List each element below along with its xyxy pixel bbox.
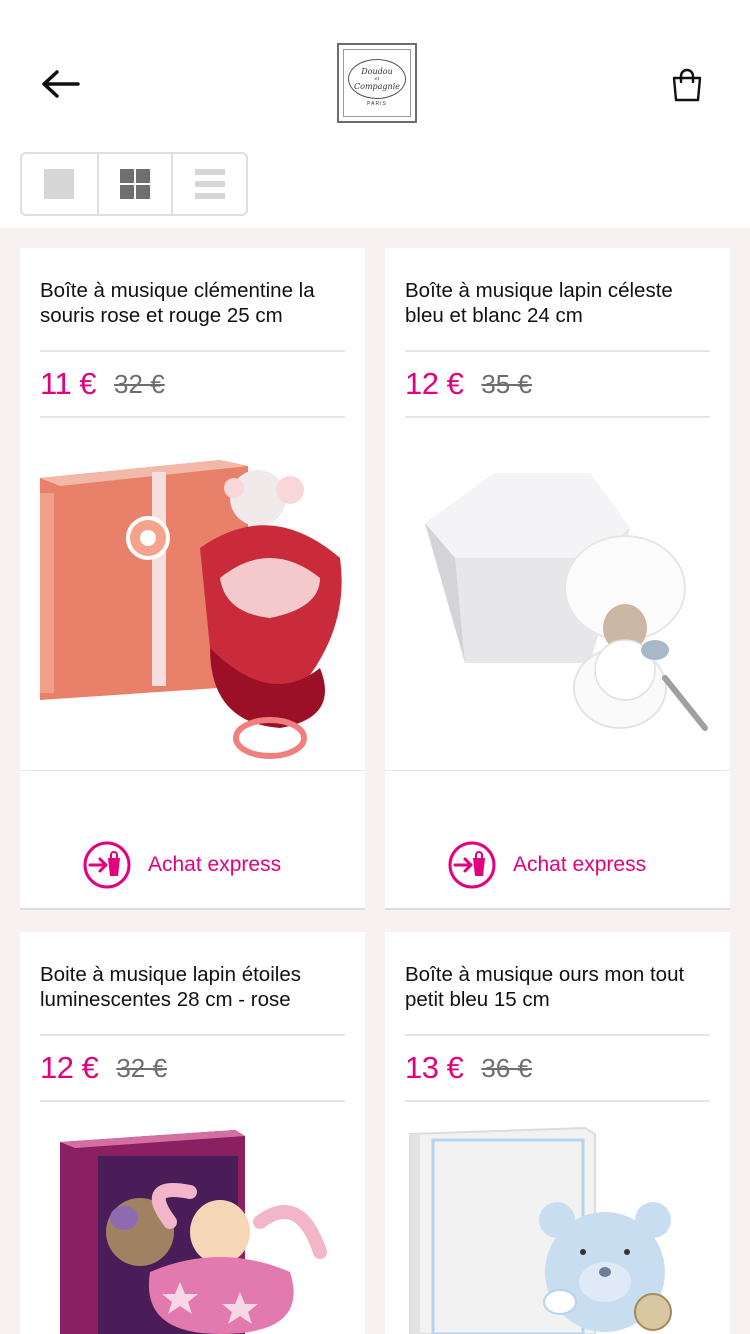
- product-image[interactable]: [20, 1122, 365, 1334]
- back-button[interactable]: [36, 62, 84, 106]
- view-list-button[interactable]: [171, 154, 246, 214]
- original-price: 35 €: [481, 368, 532, 399]
- logo-subtitle: PARIS: [367, 101, 387, 107]
- current-price: 11 €: [40, 366, 97, 401]
- product-card[interactable]: Boîte à musique ours mon tout petit bleu…: [385, 932, 730, 1334]
- divider: [40, 1100, 345, 1102]
- original-price: 32 €: [116, 1052, 167, 1083]
- shopping-bag-icon: [672, 68, 702, 102]
- divider: [405, 1034, 710, 1036]
- divider: [40, 416, 345, 418]
- product-title[interactable]: Boite à musique lapin étoiles luminescen…: [40, 962, 350, 1012]
- express-cart-icon: [448, 841, 496, 889]
- express-buy-label: Achat express: [148, 853, 282, 876]
- list-view-icon: [194, 169, 225, 199]
- divider: [405, 350, 710, 352]
- express-cart-icon: [83, 841, 131, 889]
- view-mode-toggle: [20, 152, 248, 216]
- app-header: Doudou et Compagnie PARIS: [0, 0, 750, 228]
- price-row: 12 € 35 €: [405, 364, 532, 404]
- grid-view-icon: [119, 169, 150, 199]
- divider: [20, 770, 365, 771]
- product-image[interactable]: [385, 1122, 730, 1334]
- divider: [40, 1034, 345, 1036]
- product-card[interactable]: Boîte à musique lapin céleste bleu et bl…: [385, 248, 730, 910]
- current-price: 12 €: [405, 366, 464, 401]
- express-buy-button[interactable]: Achat express: [447, 840, 646, 890]
- product-title[interactable]: Boîte à musique lapin céleste bleu et bl…: [405, 278, 715, 328]
- divider: [385, 770, 730, 771]
- product-title[interactable]: Boîte à musique clémentine la souris ros…: [40, 278, 350, 328]
- current-price: 13 €: [405, 1050, 464, 1085]
- product-card[interactable]: Boite à musique lapin étoiles luminescen…: [20, 932, 365, 1334]
- brand-logo[interactable]: Doudou et Compagnie PARIS: [337, 43, 417, 123]
- price-row: 11 € 32 €: [40, 364, 165, 404]
- product-title[interactable]: Boîte à musique ours mon tout petit bleu…: [405, 962, 715, 1012]
- divider: [405, 416, 710, 418]
- view-grid-button[interactable]: [96, 154, 172, 214]
- single-view-icon: [44, 169, 75, 199]
- product-image[interactable]: [385, 438, 730, 768]
- express-buy-button[interactable]: Achat express: [82, 840, 281, 890]
- original-price: 36 €: [481, 1052, 532, 1083]
- product-card[interactable]: Boîte à musique clémentine la souris ros…: [20, 248, 365, 910]
- divider: [405, 1100, 710, 1102]
- original-price: 32 €: [114, 368, 165, 399]
- product-image[interactable]: [20, 438, 365, 768]
- logo-text: Doudou: [361, 67, 393, 76]
- divider: [40, 350, 345, 352]
- price-row: 13 € 36 €: [405, 1048, 532, 1088]
- logo-text: Compagnie: [354, 82, 400, 91]
- price-row: 12 € 32 €: [40, 1048, 167, 1088]
- view-single-button[interactable]: [22, 154, 97, 214]
- current-price: 12 €: [40, 1050, 99, 1085]
- cart-button[interactable]: [664, 62, 710, 108]
- express-buy-label: Achat express: [513, 853, 647, 876]
- arrow-left-icon: [42, 70, 80, 98]
